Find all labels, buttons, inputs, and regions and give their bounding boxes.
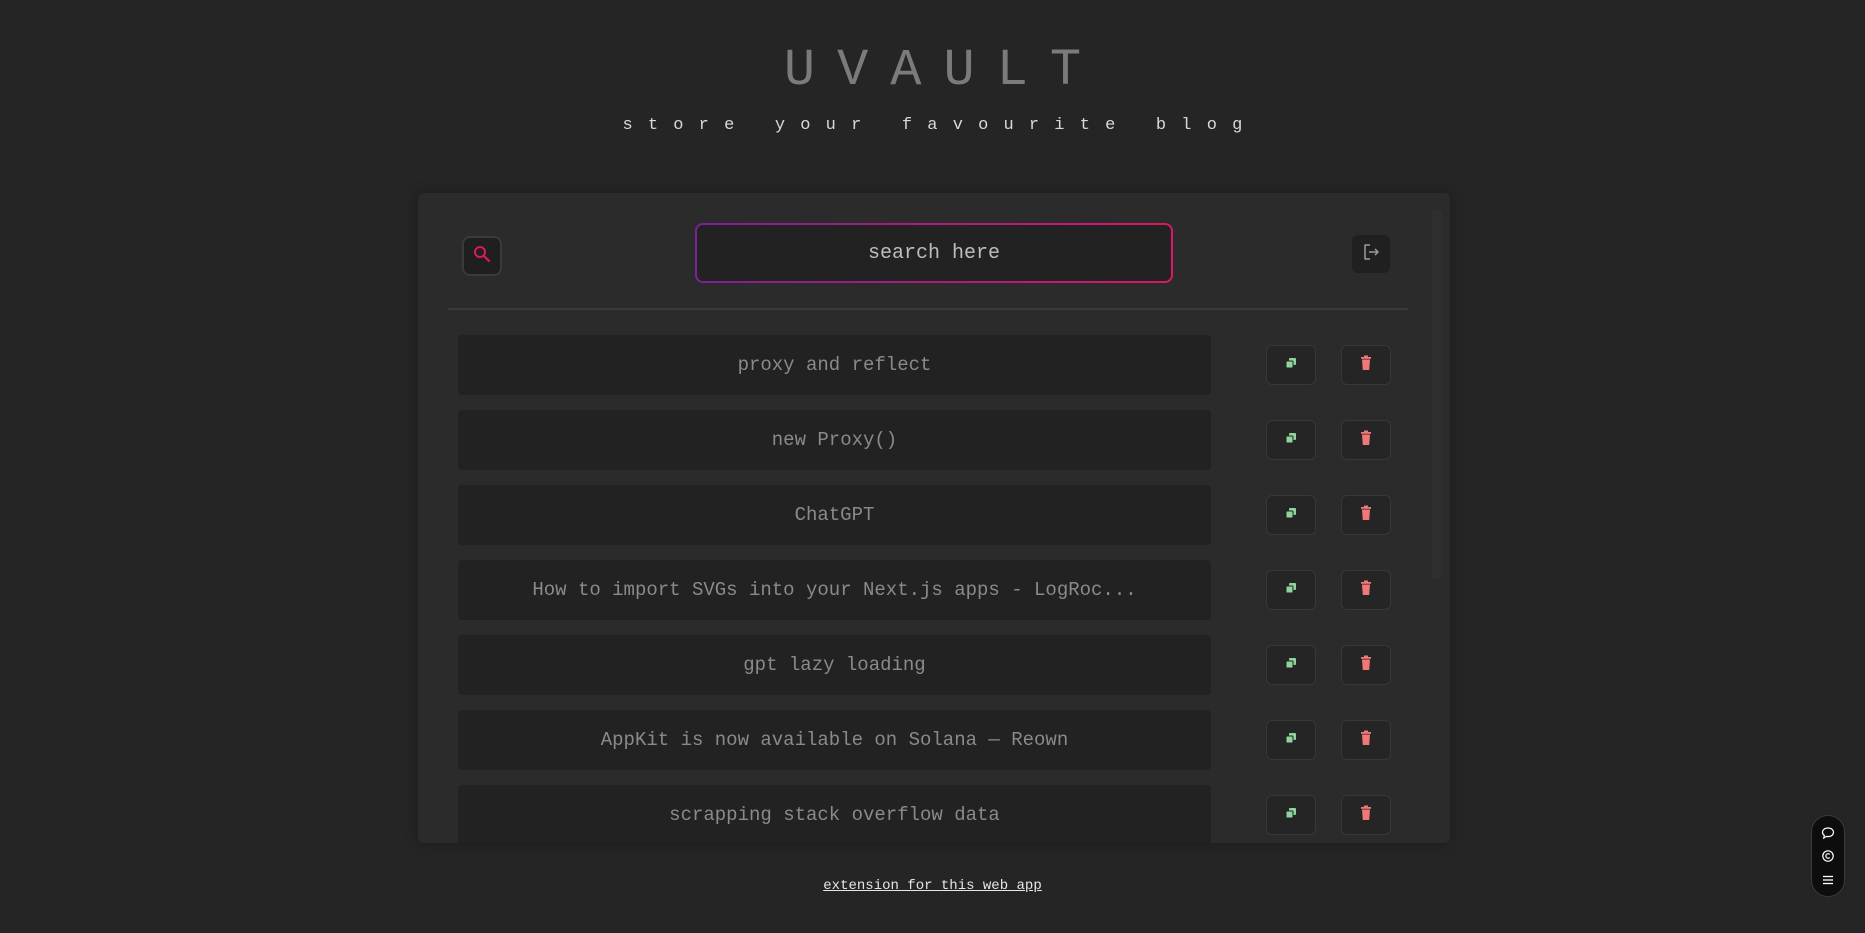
delete-button[interactable] [1341,645,1391,685]
logout-icon [1362,243,1380,266]
menu-icon[interactable] [1821,873,1835,887]
copyright-icon[interactable] [1821,849,1835,863]
delete-button[interactable] [1341,720,1391,760]
trash-icon [1360,355,1372,376]
app-subtitle: store your favourite blog [622,116,1258,135]
trash-icon [1360,730,1372,751]
copy-icon [1284,806,1298,825]
delete-button[interactable] [1341,570,1391,610]
copy-icon [1284,506,1298,525]
copy-button[interactable] [1266,345,1316,385]
search-button[interactable] [462,236,502,276]
delete-button[interactable] [1341,795,1391,835]
blog-row: new Proxy() [418,410,1450,470]
delete-button[interactable] [1341,345,1391,385]
chat-icon[interactable] [1821,826,1835,840]
logout-button[interactable] [1352,235,1390,273]
copy-icon [1284,581,1298,600]
trash-icon [1360,505,1372,526]
search-field [695,223,1173,283]
trash-icon [1360,655,1372,676]
delete-button[interactable] [1341,420,1391,460]
blog-row: gpt lazy loading [418,635,1450,695]
copy-button[interactable] [1266,645,1316,685]
blog-row: scrapping stack overflow data [418,785,1450,843]
blog-row: How to import SVGs into your Next.js app… [418,560,1450,620]
copy-button[interactable] [1266,795,1316,835]
search-icon [473,245,491,268]
blog-panel: proxy and reflect new Proxy() ChatGPT Ho… [418,193,1450,843]
delete-button[interactable] [1341,495,1391,535]
copy-button[interactable] [1266,570,1316,610]
blog-row: proxy and reflect [418,335,1450,395]
app-title: UVAULT [783,41,1104,100]
blog-title[interactable]: scrapping stack overflow data [458,785,1211,843]
extension-link[interactable]: extension for this web app [823,878,1041,894]
copy-icon [1284,431,1298,450]
copy-icon [1284,656,1298,675]
blog-title[interactable]: AppKit is now available on Solana — Reow… [458,710,1211,770]
blog-row: ChatGPT [418,485,1450,545]
copy-icon [1284,731,1298,750]
blog-row: AppKit is now available on Solana — Reow… [418,710,1450,770]
search-input[interactable] [697,225,1171,281]
copy-button[interactable] [1266,495,1316,535]
footer: extension for this web app [0,878,1865,894]
blog-title[interactable]: How to import SVGs into your Next.js app… [458,560,1211,620]
blog-title[interactable]: new Proxy() [458,410,1211,470]
toolbar-divider [448,308,1408,310]
trash-icon [1360,580,1372,601]
copy-button[interactable] [1266,420,1316,460]
trash-icon [1360,430,1372,451]
blog-title[interactable]: proxy and reflect [458,335,1211,395]
blog-title[interactable]: ChatGPT [458,485,1211,545]
copy-button[interactable] [1266,720,1316,760]
trash-icon [1360,805,1372,826]
copy-icon [1284,356,1298,375]
blog-title[interactable]: gpt lazy loading [458,635,1211,695]
floating-menu [1811,815,1845,897]
